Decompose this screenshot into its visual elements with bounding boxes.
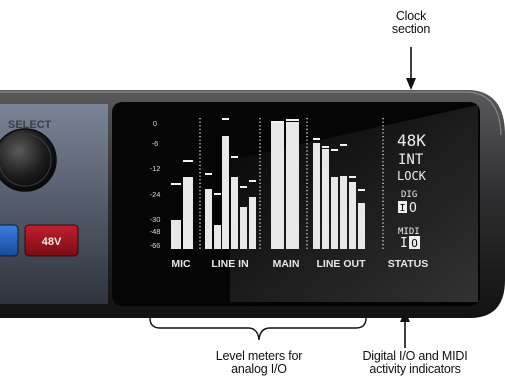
level-meters-line-2: analog I/O xyxy=(231,362,287,376)
scale-label: -12 xyxy=(150,164,161,173)
meter-peak-mic xyxy=(171,183,181,185)
select-knob[interactable] xyxy=(0,128,57,192)
midi-out-text: O xyxy=(411,237,418,250)
dig-out-text: O xyxy=(409,201,417,216)
meter-bar-mic xyxy=(183,177,193,249)
clock-arrow-head xyxy=(406,78,416,90)
meter-peak-mic xyxy=(183,160,193,162)
meter-bar-line_out xyxy=(349,182,356,249)
meter-bar-line_out xyxy=(322,149,329,249)
level-meters-callout: Level meters for analog I/O xyxy=(194,350,324,376)
meter-group-label: LINE IN xyxy=(211,258,248,270)
meter-bar-line_out xyxy=(331,177,338,249)
meter-peak-line_in xyxy=(205,173,212,175)
digital-midi-callout: Digital I/O and MIDI activity indicators xyxy=(340,350,490,376)
meter-bar-main xyxy=(271,123,284,249)
meter-group-label: MIC xyxy=(171,258,191,270)
scale-label: -24 xyxy=(150,190,161,199)
meter-peak-line_in xyxy=(240,186,247,188)
meter-bar-line_in xyxy=(222,136,229,249)
clock-section-callout: Clock section xyxy=(380,10,442,36)
meter-bar-line_out xyxy=(340,176,347,249)
scale-label: -66 xyxy=(150,241,161,250)
dig-in-text: I xyxy=(399,203,405,214)
scale-label: 0 xyxy=(153,119,157,128)
midi-in-text: I xyxy=(400,236,408,251)
meter-bar-line_out xyxy=(358,203,365,249)
meter-bar-main xyxy=(286,122,299,249)
status-lock: LOCK xyxy=(397,169,427,183)
meter-group-label: MAIN xyxy=(273,258,300,270)
meter-peak-line_out xyxy=(313,138,320,140)
meter-peak-main xyxy=(271,121,284,123)
meter-bar-line_in xyxy=(240,207,247,249)
meter-peak-line_out xyxy=(322,146,329,148)
meter-bar-line_in xyxy=(231,177,238,249)
device-illustration: SELECT 48V 0-6-12-24-30-48-66 MIC LINE IN… xyxy=(0,47,505,348)
meter-peak-main xyxy=(286,119,299,121)
meter-peak-line_out xyxy=(331,149,338,151)
meter-bar-line_in xyxy=(249,197,256,249)
meter-peak-line_in xyxy=(222,118,229,120)
blue-button[interactable] xyxy=(0,224,19,257)
meter-peak-line_in xyxy=(214,193,221,195)
scale-label: -48 xyxy=(150,227,161,236)
meter-peak-line_in xyxy=(249,180,256,182)
status-clock-source: INT xyxy=(398,152,424,168)
meter-bar-line_in xyxy=(205,189,212,249)
digital-midi-line-2: activity indicators xyxy=(369,362,461,376)
meter-group-label: LINE OUT xyxy=(317,258,367,270)
phantom-power-label: 48V xyxy=(42,236,62,248)
meter-bar-line_in xyxy=(214,225,221,249)
meter-peak-line_out xyxy=(340,144,347,146)
clock-section-line-2: section xyxy=(391,22,431,36)
status-dig-label: DIG xyxy=(401,190,417,200)
meter-group-label: STATUS xyxy=(388,258,428,270)
analog-io-brace xyxy=(149,317,367,341)
meter-bar-line_out xyxy=(313,143,320,249)
meter-peak-line_out xyxy=(358,189,365,191)
meter-peak-line_in xyxy=(231,156,238,158)
meter-peak-line_out xyxy=(349,176,356,178)
status-sample-rate: 48K xyxy=(397,131,426,150)
meter-bar-mic xyxy=(171,220,181,249)
scale-label: -6 xyxy=(152,139,159,148)
scale-label: -30 xyxy=(150,215,161,224)
